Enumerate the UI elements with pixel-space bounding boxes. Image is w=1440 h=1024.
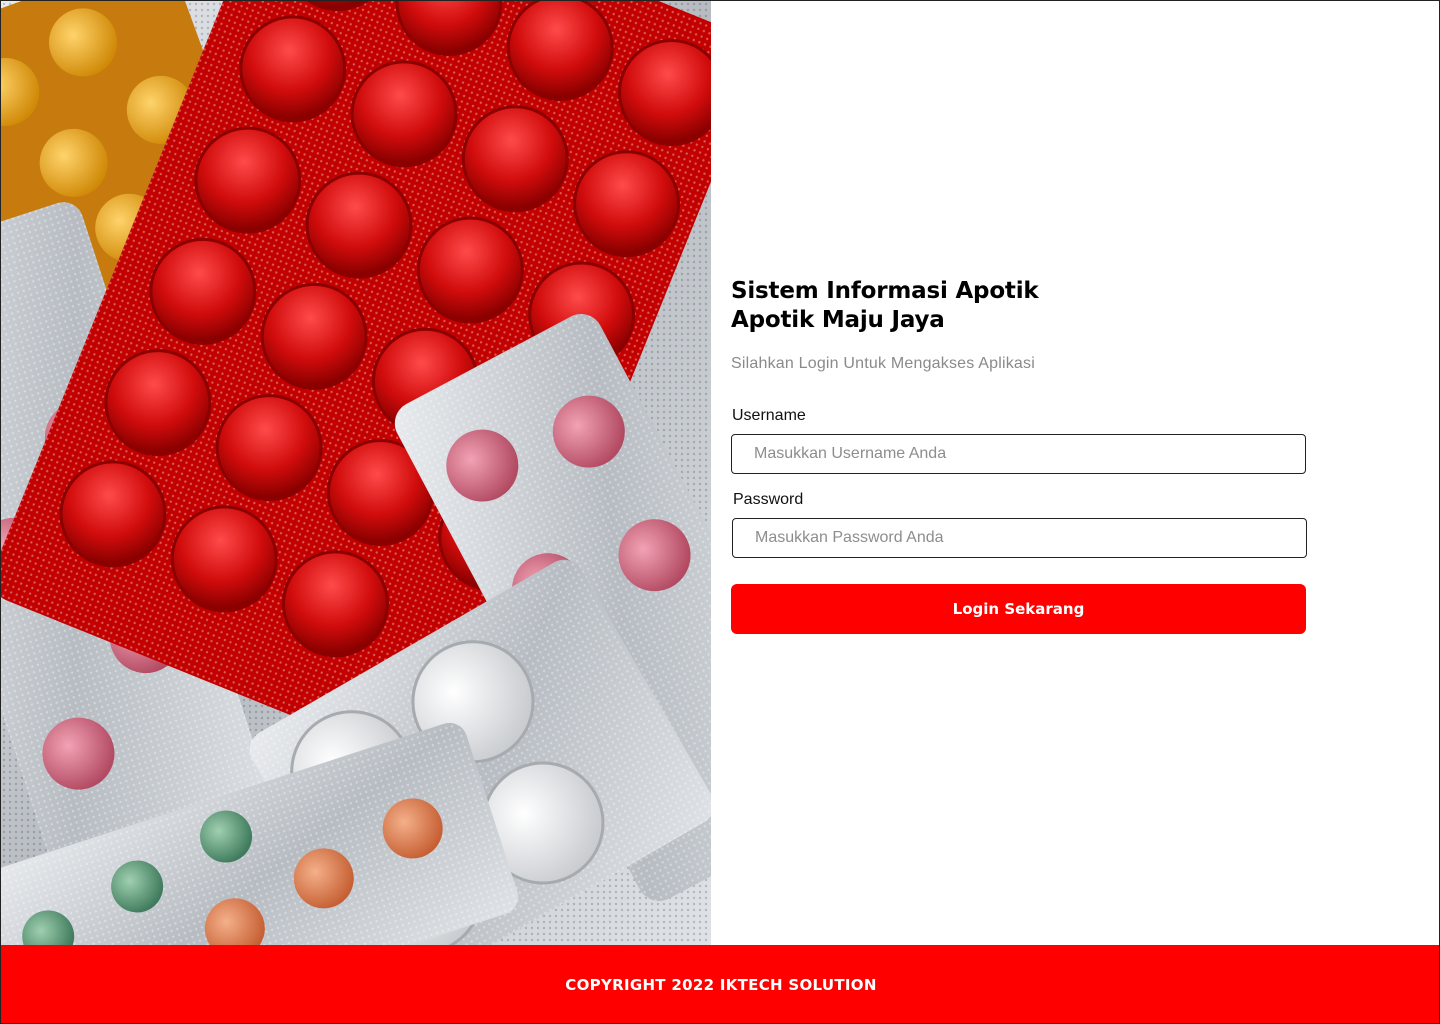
app-title-line1: Sistem Informasi Apotik: [731, 278, 1039, 304]
username-field-box: [731, 434, 1306, 474]
pill-blister-photo: [1, 1, 711, 945]
app-title-line2: Apotik Maju Jaya: [731, 307, 945, 333]
footer: COPYRIGHT 2022 IKTECH SOLUTION: [1, 945, 1439, 1023]
login-page: Sistem Informasi Apotik Apotik Maju Jaya…: [0, 0, 1440, 1024]
login-header: Sistem Informasi Apotik Apotik Maju Jaya…: [731, 277, 1311, 373]
password-label: Password: [733, 491, 804, 508]
password-input[interactable]: [733, 519, 1306, 557]
password-field-box: [732, 518, 1307, 558]
login-subtitle: Silahkan Login Untuk Mengakses Aplikasi: [731, 355, 1035, 372]
copyright-text: COPYRIGHT 2022 IKTECH SOLUTION: [565, 976, 877, 994]
username-label: Username: [732, 407, 806, 424]
app-title: Sistem Informasi Apotik Apotik Maju Jaya: [731, 277, 1311, 335]
username-input[interactable]: [732, 435, 1305, 473]
login-button[interactable]: Login Sekarang: [731, 584, 1306, 634]
